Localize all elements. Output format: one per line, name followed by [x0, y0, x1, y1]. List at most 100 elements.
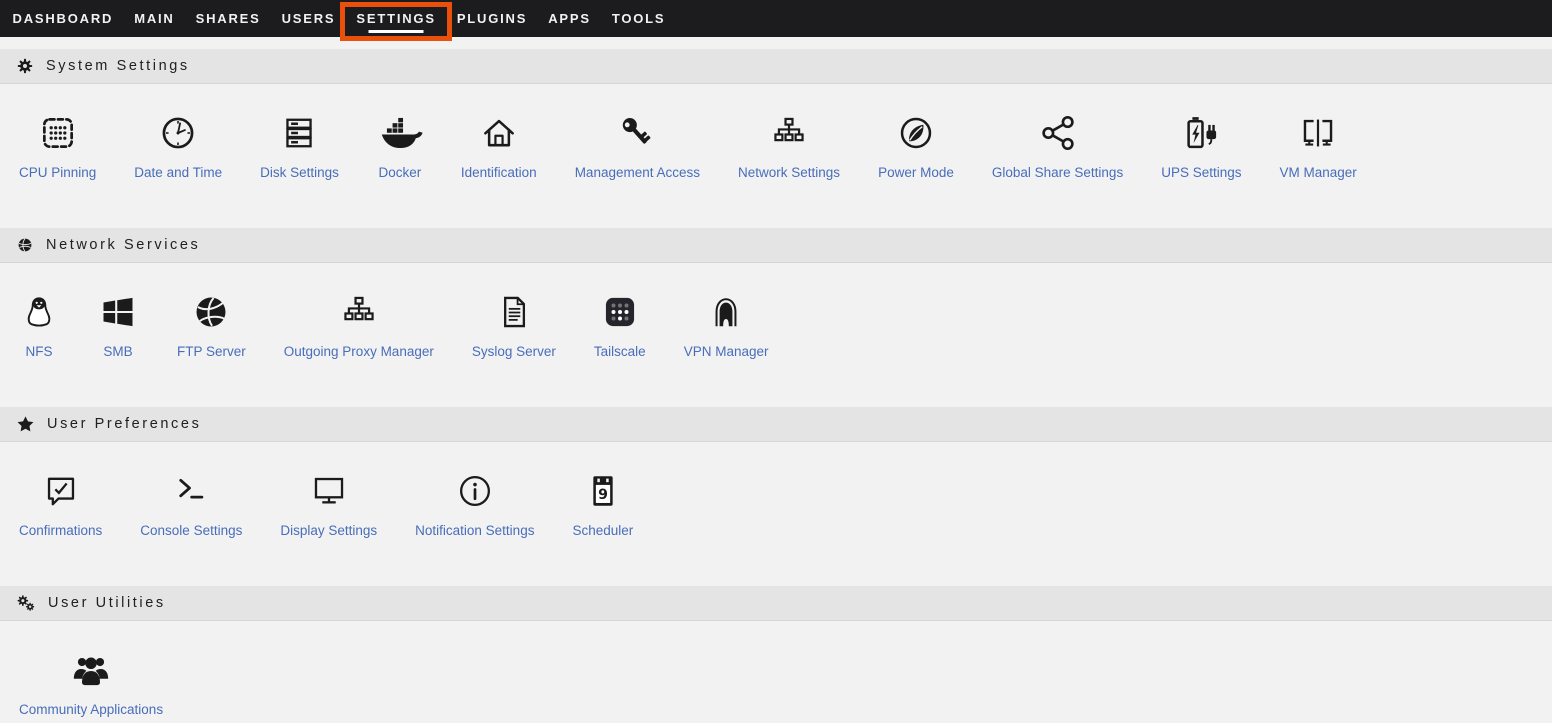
cpu-pinning-icon: [37, 112, 79, 154]
item-label-notification-settings: Notification Settings: [415, 523, 534, 538]
settings-item-cpu-pinning[interactable]: CPU Pinning: [0, 112, 115, 180]
settings-item-console-settings[interactable]: Console Settings: [121, 470, 261, 538]
section-header-user-utilities: User Utilities: [0, 586, 1552, 621]
disks-icon: [278, 112, 320, 154]
house-icon: [478, 112, 520, 154]
settings-item-power-mode[interactable]: Power Mode: [859, 112, 973, 180]
nav-item-main[interactable]: MAIN: [124, 0, 185, 37]
settings-item-notification-settings[interactable]: Notification Settings: [396, 470, 553, 538]
section-title-network-services: Network Services: [46, 237, 200, 253]
clock-icon: [157, 112, 199, 154]
item-label-network-settings: Network Settings: [738, 165, 840, 180]
section-title-system-settings: System Settings: [46, 58, 190, 74]
settings-item-tailscale[interactable]: Tailscale: [575, 291, 665, 359]
item-label-community-applications: Community Applications: [19, 702, 163, 717]
gears-icon: [17, 595, 35, 612]
globe-icon: [17, 237, 33, 253]
file-lines-icon: [493, 291, 535, 333]
item-label-ftp-server: FTP Server: [177, 344, 246, 359]
item-label-syslog-server: Syslog Server: [472, 344, 556, 359]
settings-item-identification[interactable]: Identification: [442, 112, 556, 180]
nav-item-settings[interactable]: SETTINGS: [346, 0, 446, 37]
item-label-display-settings: Display Settings: [280, 523, 377, 538]
section-header-network-services: Network Services: [0, 228, 1552, 263]
item-label-docker: Docker: [378, 165, 421, 180]
settings-page: System Settings CPU Pinning Date and Time D…: [0, 37, 1552, 717]
info-circle-icon: [454, 470, 496, 512]
settings-item-smb[interactable]: SMB: [78, 291, 158, 359]
item-label-confirmations: Confirmations: [19, 523, 102, 538]
settings-item-network-settings[interactable]: Network Settings: [719, 112, 859, 180]
item-label-identification: Identification: [461, 165, 537, 180]
vm-monitors-icon: [1297, 112, 1339, 154]
settings-item-scheduler[interactable]: 9 Scheduler: [553, 470, 652, 538]
monitor-icon: [308, 470, 350, 512]
item-label-console-settings: Console Settings: [140, 523, 242, 538]
settings-item-global-share-settings[interactable]: Global Share Settings: [973, 112, 1142, 180]
settings-item-ups-settings[interactable]: UPS Settings: [1142, 112, 1260, 180]
nav-item-users[interactable]: USERS: [271, 0, 346, 37]
settings-item-vm-manager[interactable]: VM Manager: [1261, 112, 1376, 180]
section-title-user-utilities: User Utilities: [48, 595, 166, 611]
item-label-tailscale: Tailscale: [594, 344, 646, 359]
top-nav: DASHBOARDMAINSHARESUSERSSETTINGSPLUGINSA…: [0, 0, 1552, 37]
key-icon: [616, 112, 658, 154]
settings-item-outgoing-proxy-manager[interactable]: Outgoing Proxy Manager: [265, 291, 453, 359]
nav-item-tools[interactable]: TOOLS: [601, 0, 676, 37]
comment-check-icon: [40, 470, 82, 512]
item-label-vpn-manager: VPN Manager: [684, 344, 769, 359]
windows-icon: [97, 291, 139, 333]
sitemap-icon: [338, 291, 380, 333]
settings-item-disk-settings[interactable]: Disk Settings: [241, 112, 358, 180]
item-label-power-mode: Power Mode: [878, 165, 954, 180]
icon-grid-network-services: NFS SMB FTP Server Outgoing Proxy Manager Sy…: [0, 263, 1552, 359]
calendar-icon: 9: [582, 470, 624, 512]
settings-item-display-settings[interactable]: Display Settings: [261, 470, 396, 538]
share-nodes-icon: [1037, 112, 1079, 154]
settings-item-syslog-server[interactable]: Syslog Server: [453, 291, 575, 359]
item-label-nfs: NFS: [26, 344, 53, 359]
item-label-ups-settings: UPS Settings: [1161, 165, 1241, 180]
gear-icon: [17, 58, 33, 74]
item-label-vm-manager: VM Manager: [1280, 165, 1357, 180]
settings-item-management-access[interactable]: Management Access: [556, 112, 719, 180]
settings-item-docker[interactable]: Docker: [358, 112, 442, 180]
item-label-global-share-settings: Global Share Settings: [992, 165, 1123, 180]
terminal-icon: [170, 470, 212, 512]
section-header-user-preferences: User Preferences: [0, 407, 1552, 442]
globe-sphere-icon: [190, 291, 232, 333]
section-header-system-settings: System Settings: [0, 49, 1552, 84]
settings-item-confirmations[interactable]: Confirmations: [0, 470, 121, 538]
nav-item-dashboard[interactable]: DASHBOARD: [2, 0, 124, 37]
docker-icon: [377, 112, 423, 154]
leaf-icon: [895, 112, 937, 154]
ups-battery-icon: [1180, 112, 1222, 154]
tailscale-icon: [599, 291, 641, 333]
icon-grid-system-settings: CPU Pinning Date and Time Disk Settings Doc…: [0, 84, 1552, 180]
tux-penguin-icon: [19, 291, 59, 333]
star-icon: [17, 416, 34, 432]
item-label-smb: SMB: [103, 344, 132, 359]
settings-item-nfs[interactable]: NFS: [0, 291, 78, 359]
section-network-services: Network Services NFS SMB FTP Server Outgoing…: [0, 228, 1552, 359]
icon-grid-user-preferences: Confirmations Console Settings Display Set…: [0, 442, 1552, 538]
nav-item-shares[interactable]: SHARES: [185, 0, 271, 37]
vpn-hood-icon: [705, 291, 747, 333]
item-label-scheduler: Scheduler: [572, 523, 633, 538]
settings-item-vpn-manager[interactable]: VPN Manager: [665, 291, 788, 359]
settings-item-community-applications[interactable]: Community Applications: [0, 649, 182, 717]
section-user-preferences: User Preferences Confirmations Console Set…: [0, 407, 1552, 538]
nav-item-apps[interactable]: APPS: [538, 0, 602, 37]
settings-item-ftp-server[interactable]: FTP Server: [158, 291, 265, 359]
item-label-outgoing-proxy-manager: Outgoing Proxy Manager: [284, 344, 434, 359]
nav-item-plugins[interactable]: PLUGINS: [446, 0, 537, 37]
item-label-management-access: Management Access: [575, 165, 700, 180]
item-label-cpu-pinning: CPU Pinning: [19, 165, 96, 180]
section-title-user-preferences: User Preferences: [47, 416, 201, 432]
users-group-icon: [69, 649, 113, 691]
settings-item-date-and-time[interactable]: Date and Time: [115, 112, 241, 180]
item-label-date-and-time: Date and Time: [134, 165, 222, 180]
section-user-utilities: User Utilities Community Applications: [0, 586, 1552, 717]
section-system-settings: System Settings CPU Pinning Date and Time D…: [0, 49, 1552, 180]
icon-grid-user-utilities: Community Applications: [0, 621, 1552, 717]
